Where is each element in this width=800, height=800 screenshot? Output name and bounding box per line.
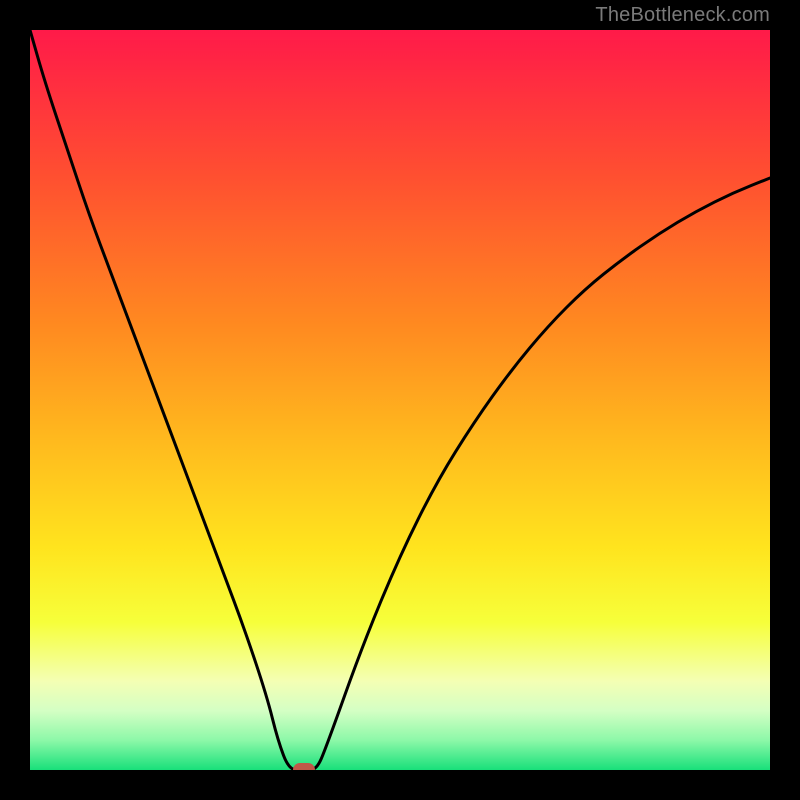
plot-area bbox=[30, 30, 770, 770]
chart-frame: TheBottleneck.com bbox=[0, 0, 800, 800]
watermark-text: TheBottleneck.com bbox=[595, 4, 770, 27]
optimal-point-marker bbox=[293, 763, 315, 770]
bottleneck-curve bbox=[30, 30, 770, 770]
